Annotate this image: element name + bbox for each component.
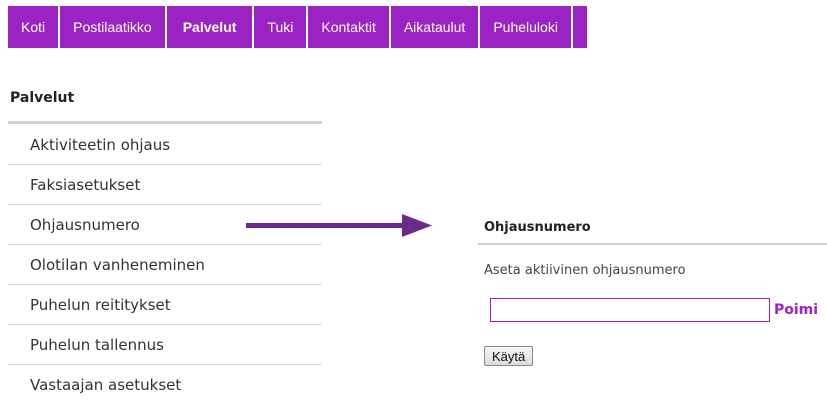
menu-item-olotilan-vanheneminen[interactable]: Olotilan vanheneminen	[8, 245, 322, 285]
tab-palvelut[interactable]: Palvelut	[167, 6, 255, 48]
tab-aikataulut[interactable]: Aikataulut	[391, 6, 481, 48]
tab-tuki[interactable]: Tuki	[254, 6, 309, 48]
nav-end-cap	[573, 6, 587, 48]
menu-item-puhelun-tallennus[interactable]: Puhelun tallennus	[8, 325, 322, 365]
tab-kontaktit[interactable]: Kontaktit	[308, 6, 391, 48]
panel-description: Aseta aktiivinen ohjausnumero	[484, 263, 686, 278]
control-number-input[interactable]	[490, 298, 770, 322]
top-nav: Koti Postilaatikko Palvelut Tuki Kontakt…	[8, 6, 587, 48]
arrow-right-icon	[246, 214, 432, 237]
menu-item-vastaajan-asetukset[interactable]: Vastaajan asetukset	[8, 365, 322, 405]
panel-title: Ohjausnumero	[484, 220, 591, 235]
section-title: Palvelut	[10, 90, 75, 106]
menu-item-aktiviteetin-ohjaus[interactable]: Aktiviteetin ohjaus	[8, 125, 322, 165]
menu-item-puhelun-reititykset[interactable]: Puhelun reititykset	[8, 285, 322, 325]
pick-link[interactable]: Poimi	[774, 302, 818, 318]
tab-koti[interactable]: Koti	[8, 6, 61, 48]
apply-button[interactable]: Käytä	[484, 346, 534, 366]
tab-postilaatikko[interactable]: Postilaatikko	[60, 6, 167, 48]
tab-puheluloki[interactable]: Puheluloki	[480, 6, 573, 48]
section-divider	[8, 121, 322, 124]
menu-item-faksiasetukset[interactable]: Faksiasetukset	[8, 165, 322, 205]
services-menu: Aktiviteetin ohjaus Faksiasetukset Ohjau…	[8, 125, 322, 405]
panel-divider	[478, 243, 827, 245]
